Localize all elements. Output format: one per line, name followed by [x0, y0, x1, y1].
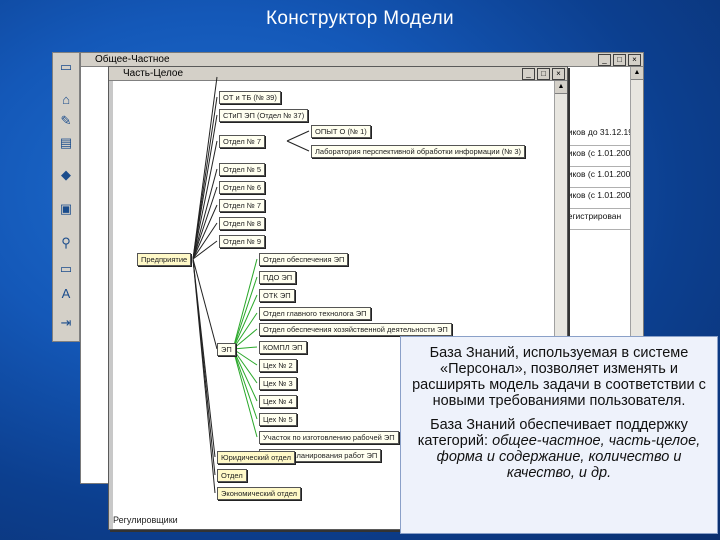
tree-node[interactable]: Отдел	[217, 469, 247, 482]
slide-title: Конструктор Модели	[266, 8, 454, 29]
minimize-button[interactable]: _	[598, 54, 611, 66]
back-window-titlebar[interactable]: Общее-Частное _ □ ×	[81, 53, 643, 67]
tree-node[interactable]: Отдел № 9	[219, 235, 266, 248]
tree-node[interactable]: Отдел обеспечения хозяйственной деятельн…	[259, 323, 452, 336]
open-folder-icon[interactable]: ⌂	[56, 89, 76, 109]
tree-node[interactable]: СТиП ЭП (Отдел № 37)	[219, 109, 309, 122]
tree-node[interactable]: Отдел № 5	[219, 163, 266, 176]
tree-node[interactable]: Отдел № 7	[219, 135, 266, 148]
back-window-title: Общее-Частное	[95, 54, 170, 65]
tree-node[interactable]: Цех № 2	[259, 359, 297, 372]
tree-node[interactable]: Отдел обеспечения ЭП	[259, 253, 349, 266]
tree-root-node[interactable]: Предприятие	[137, 253, 192, 266]
font-size-icon[interactable]: A	[56, 283, 76, 303]
tree-node[interactable]: ОТ и ТБ (№ 39)	[219, 91, 281, 104]
back-list: ников до 31.12.199 ников (с 1.01.200 ник…	[563, 125, 633, 230]
tree-node[interactable]: Цех № 4	[259, 395, 297, 408]
window-icon[interactable]: ▣	[56, 199, 76, 219]
info-paragraph-2: База Знаний обеспечивает поддержку катег…	[401, 417, 717, 481]
tree-node[interactable]: Лаборатория перспективной обработки инфо…	[311, 145, 526, 158]
tool-palette: ▭ ⌂ ✎ ▤ ◆ ▣ ⚲ ▭ A ⇥	[52, 52, 80, 342]
maximize-button[interactable]: □	[613, 54, 626, 66]
monitor-icon[interactable]: ▭	[56, 259, 76, 279]
tree-node[interactable]: ОПЫТ О (№ 1)	[311, 125, 371, 138]
tree-node[interactable]: Отдел № 8	[219, 217, 266, 230]
list-item[interactable]: регистрирован	[563, 209, 633, 230]
magnifier-icon[interactable]: ⚲	[56, 233, 76, 253]
eraser-icon[interactable]: ◆	[56, 165, 76, 185]
list-item[interactable]: ников (с 1.01.200	[563, 167, 633, 188]
pencil-icon[interactable]: ✎	[56, 111, 76, 131]
tree-node[interactable]: Юридический отдел	[217, 451, 295, 464]
tree-node[interactable]: Участок по изготовлению рабочей ЭП	[259, 431, 399, 444]
tree-node[interactable]: Экономический отдел	[217, 487, 302, 500]
info-paragraph-1: База Знаний, используемая в системе «Пер…	[412, 345, 706, 409]
list-item[interactable]: ников (с 1.01.200	[563, 188, 633, 209]
list-item[interactable]: ников до 31.12.199	[563, 125, 633, 146]
tree-node[interactable]: Отдел главного технолога ЭП	[259, 307, 371, 320]
scroll-up-icon[interactable]: ▲	[555, 81, 567, 94]
tree-node[interactable]: Отдел № 6	[219, 181, 266, 194]
list-item[interactable]: ников (с 1.01.200	[563, 146, 633, 167]
tree-node[interactable]: Цех № 3	[259, 377, 297, 390]
tree-node[interactable]: Цех № 5	[259, 413, 297, 426]
document-icon[interactable]: ▭	[56, 57, 76, 77]
tree-node[interactable]: ПДО ЭП	[259, 271, 297, 284]
exit-icon[interactable]: ⇥	[56, 313, 76, 333]
status-text: Регулировщики	[113, 515, 178, 525]
close-button[interactable]: ×	[628, 54, 641, 66]
tree-node[interactable]: КОМПЛ ЭП	[259, 341, 307, 354]
tree-node[interactable]: ОТК ЭП	[259, 289, 295, 302]
info-panel: База Знаний, используемая в системе «Пер…	[400, 336, 718, 534]
clipboard-icon[interactable]: ▤	[56, 133, 76, 153]
tree-node[interactable]: Отдел № 7	[219, 199, 266, 212]
tree-node-ep[interactable]: ЭП	[217, 343, 236, 356]
scroll-up-icon[interactable]: ▲	[631, 67, 643, 80]
